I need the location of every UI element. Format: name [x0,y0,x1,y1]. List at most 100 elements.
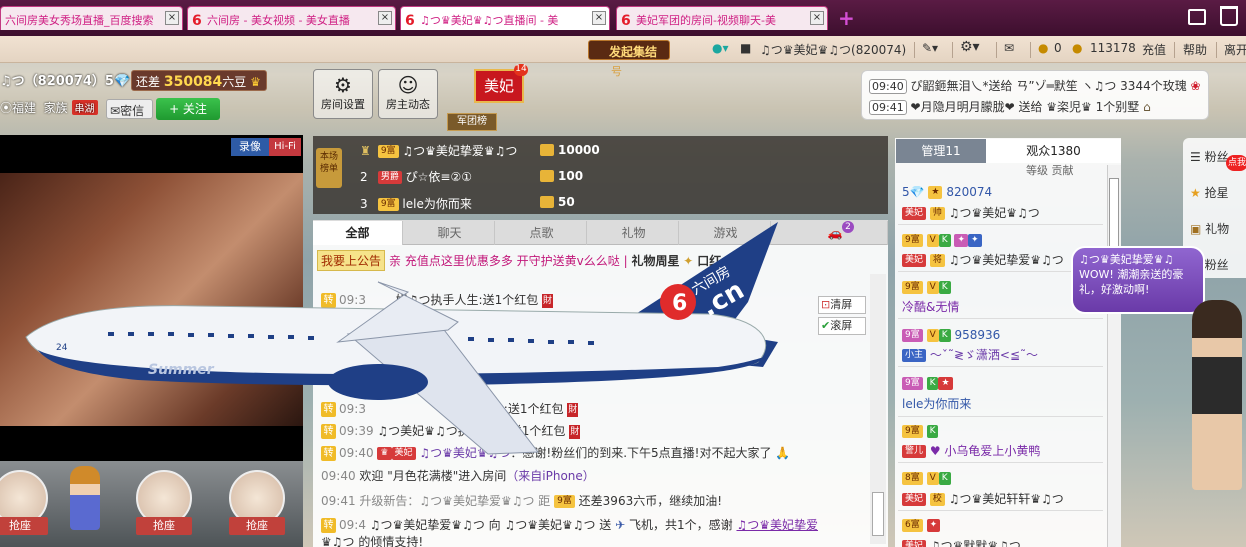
family-tag[interactable]: 串湖 [71,100,98,115]
chat-text: 妃♫つ执手人生:送1个红包 [395,293,539,307]
audience-name: ♫つ♛美妃♛♫つ [948,206,1040,220]
v-badge: V [926,472,939,485]
tab-admins[interactable]: 管理11 [896,139,986,163]
audience-row[interactable]: 9富 K ★ [902,376,953,390]
side-menu-fans[interactable]: ☰ 粉丝 [1190,148,1229,165]
private-message-label: 密信 [120,104,145,118]
tab-close-icon[interactable]: × [810,11,824,25]
army-badge-tag: 美妃 [902,207,927,220]
tab-close-icon[interactable]: × [378,11,392,25]
side-menu-gift[interactable]: ▣ 礼物 [1190,220,1229,237]
tab-all[interactable]: 全部 [313,221,403,245]
role-badge: 将 [929,254,945,267]
new-tab-button[interactable]: + [838,6,855,30]
audience-row[interactable]: 9富 K [902,424,939,438]
army-list-button[interactable]: 军团榜 [447,113,497,131]
audience-row[interactable]: 8富 VK [902,471,951,485]
tab-close-icon[interactable]: × [165,11,179,25]
divider [952,42,953,58]
side-menu-grab-star[interactable]: ★ 抢星 [1190,184,1229,201]
audience-name: ♥ 小乌龟爱上小黄鸭 [929,444,1041,458]
video-frame [0,173,303,426]
audience-row[interactable]: 5💎 ★ 820074 [902,185,992,199]
divider [996,42,997,58]
room-settings-button[interactable]: ⚙ 房间设置 [313,69,373,119]
user-name[interactable]: ♫つ♛美妃♛♫つ(820074) [760,41,906,58]
help-link[interactable]: 帮助 [1183,41,1207,58]
audience-row[interactable]: 美妃 ♫つ♛默默♛♫つ [902,537,1021,547]
browser-tab-active[interactable]: 6 ♫つ♛美妃♛♫つ直播间 - 美 × [400,6,610,30]
hifi-button[interactable]: Hi-Fi [269,138,301,156]
audience-row[interactable]: 冷酷&无情 [902,298,959,315]
clear-screen-button[interactable]: ⊡清屏 [818,296,866,314]
rally-button[interactable]: 发起集结 [588,40,670,60]
trash-icon[interactable] [1220,6,1238,26]
tab-label: 六间房美女秀场直播_百度搜索 [5,14,154,27]
chat-scroll-thumb[interactable] [872,492,884,536]
anchor-name: ♫つ（820074）5💎 [0,74,131,89]
grab-seat-button[interactable]: 抢座 [0,517,48,535]
army-badge-tag: 美妃 [902,540,927,547]
duplicate-window-icon[interactable] [1188,9,1206,25]
vip-level: 5💎 [902,185,925,199]
tab-game[interactable]: 游戏 [681,221,771,245]
record-button[interactable]: 录像 [231,138,269,156]
tab-chat[interactable]: 聊天 [405,221,495,245]
leaderboard-value: 10000 [540,143,600,157]
audience-row[interactable]: 小主 〜ˇ˜≷ゞ潇洒<≦˜〜 [902,346,1038,363]
audience-row[interactable]: 美妃 校 ♫つ♛美妃轩轩♛♫つ [902,490,1064,507]
audience-row[interactable]: 9富 VK ✦ ✦ [902,233,982,247]
tab-close-icon[interactable]: × [592,11,606,25]
leaderboard-row[interactable]: 3 9富 lele为你而来 [360,195,472,212]
chat-time: 09:39 [339,424,374,438]
star-badge: ★ [928,186,943,199]
chat-user[interactable]: ♫つ♛美妃挚爱 [736,518,818,532]
audience-row[interactable]: lele为你而来 [902,395,971,412]
audience-row[interactable]: 9富 VK [902,280,951,294]
chat-message: 转 09:40 ♛ 美妃 ♫つ♛美妃♛♫つ：感谢!粉丝们的到来.下午5点直播!对不起… [321,444,790,461]
rank-number: 3 [360,197,368,211]
audience-row[interactable]: 6富 ✦ [902,518,941,532]
audience-name: lele为你而来 [902,397,972,411]
edit-icon[interactable]: ✎▾ [922,41,938,55]
leaderboard-name: lele为你而来 [402,197,472,211]
user-avatar[interactable]: ■ [740,41,751,55]
audience-row[interactable]: 美妃 帅 ♫つ♛美妃♛♫つ [902,204,1040,221]
rich-level-badge: 9富 [902,234,923,247]
star-badge: ★ [938,377,953,390]
leave-link[interactable]: 离开 [1224,41,1246,58]
divider [1174,42,1175,58]
chat-message: ♛♫つ 的倾情支持! [321,533,423,547]
browser-tab[interactable]: 六间房美女秀场直播_百度搜索 × [0,6,183,30]
private-message-button[interactable]: ✉密信 [106,99,153,119]
rich-level-badge: 9富 [902,329,923,342]
leaderboard-row[interactable]: 2 男爵 ぴ☆依≡②① [360,168,472,185]
tab-song[interactable]: 点歌 [497,221,587,245]
hot-badge: 点我 [1226,155,1246,171]
anchor-activity-button[interactable]: ☺ 房主动态 [378,69,438,119]
rank-number: 2 [360,170,368,184]
recharge-link[interactable]: 充值 [1142,41,1166,58]
chat-user[interactable]: ♫つ♛美妃♛♫つ [419,446,510,460]
leaderboard-row[interactable]: ♜ 9富 ♫つ♛美妃挚爱♛♫つ [360,142,517,159]
grab-seat-button[interactable]: 抢座 [229,517,285,535]
audience-row[interactable]: 美妃 将 ♫つ♛美妃挚爱♛♫つ [902,251,1064,268]
grab-seat-button[interactable]: 抢座 [136,517,192,535]
chat-time: 09:3 [339,402,366,416]
gear-icon[interactable]: ⚙▾ [960,39,980,55]
announce-button[interactable]: 我要上公告 [317,250,386,271]
coin-icon: ● [1038,41,1049,55]
tab-viewers[interactable]: 观众1380 [986,139,1121,163]
gift-speech-bubble: ♫つ♛美妃挚爱♛♫ WOW! 潮潮亲送的豪礼，好激动啊! [1071,246,1205,314]
browser-tab[interactable]: 6 美妃军团的房间-视频聊天-美 × [616,6,828,30]
scroll-lock-button[interactable]: ✔滚屏 [818,317,866,335]
tab-car[interactable]: 🚗 [783,221,888,245]
audience-row[interactable]: 警儿 ♥ 小乌龟爱上小黄鸭 [902,442,1040,459]
chat-message: 转 09:3 妃♫つ执手人生:送1个红包 財 [321,291,554,308]
follow-button[interactable]: + 关注 [156,98,220,120]
browser-tab[interactable]: 6 六间房 - 美女视频 - 美女直播 × [187,6,396,30]
tab-gift[interactable]: 礼物 [589,221,679,245]
chat-source: （来自iPhone） [506,469,595,483]
audience-row[interactable]: 9富 VK 958936 [902,328,1000,342]
mail-icon[interactable]: ✉ [1004,41,1014,55]
